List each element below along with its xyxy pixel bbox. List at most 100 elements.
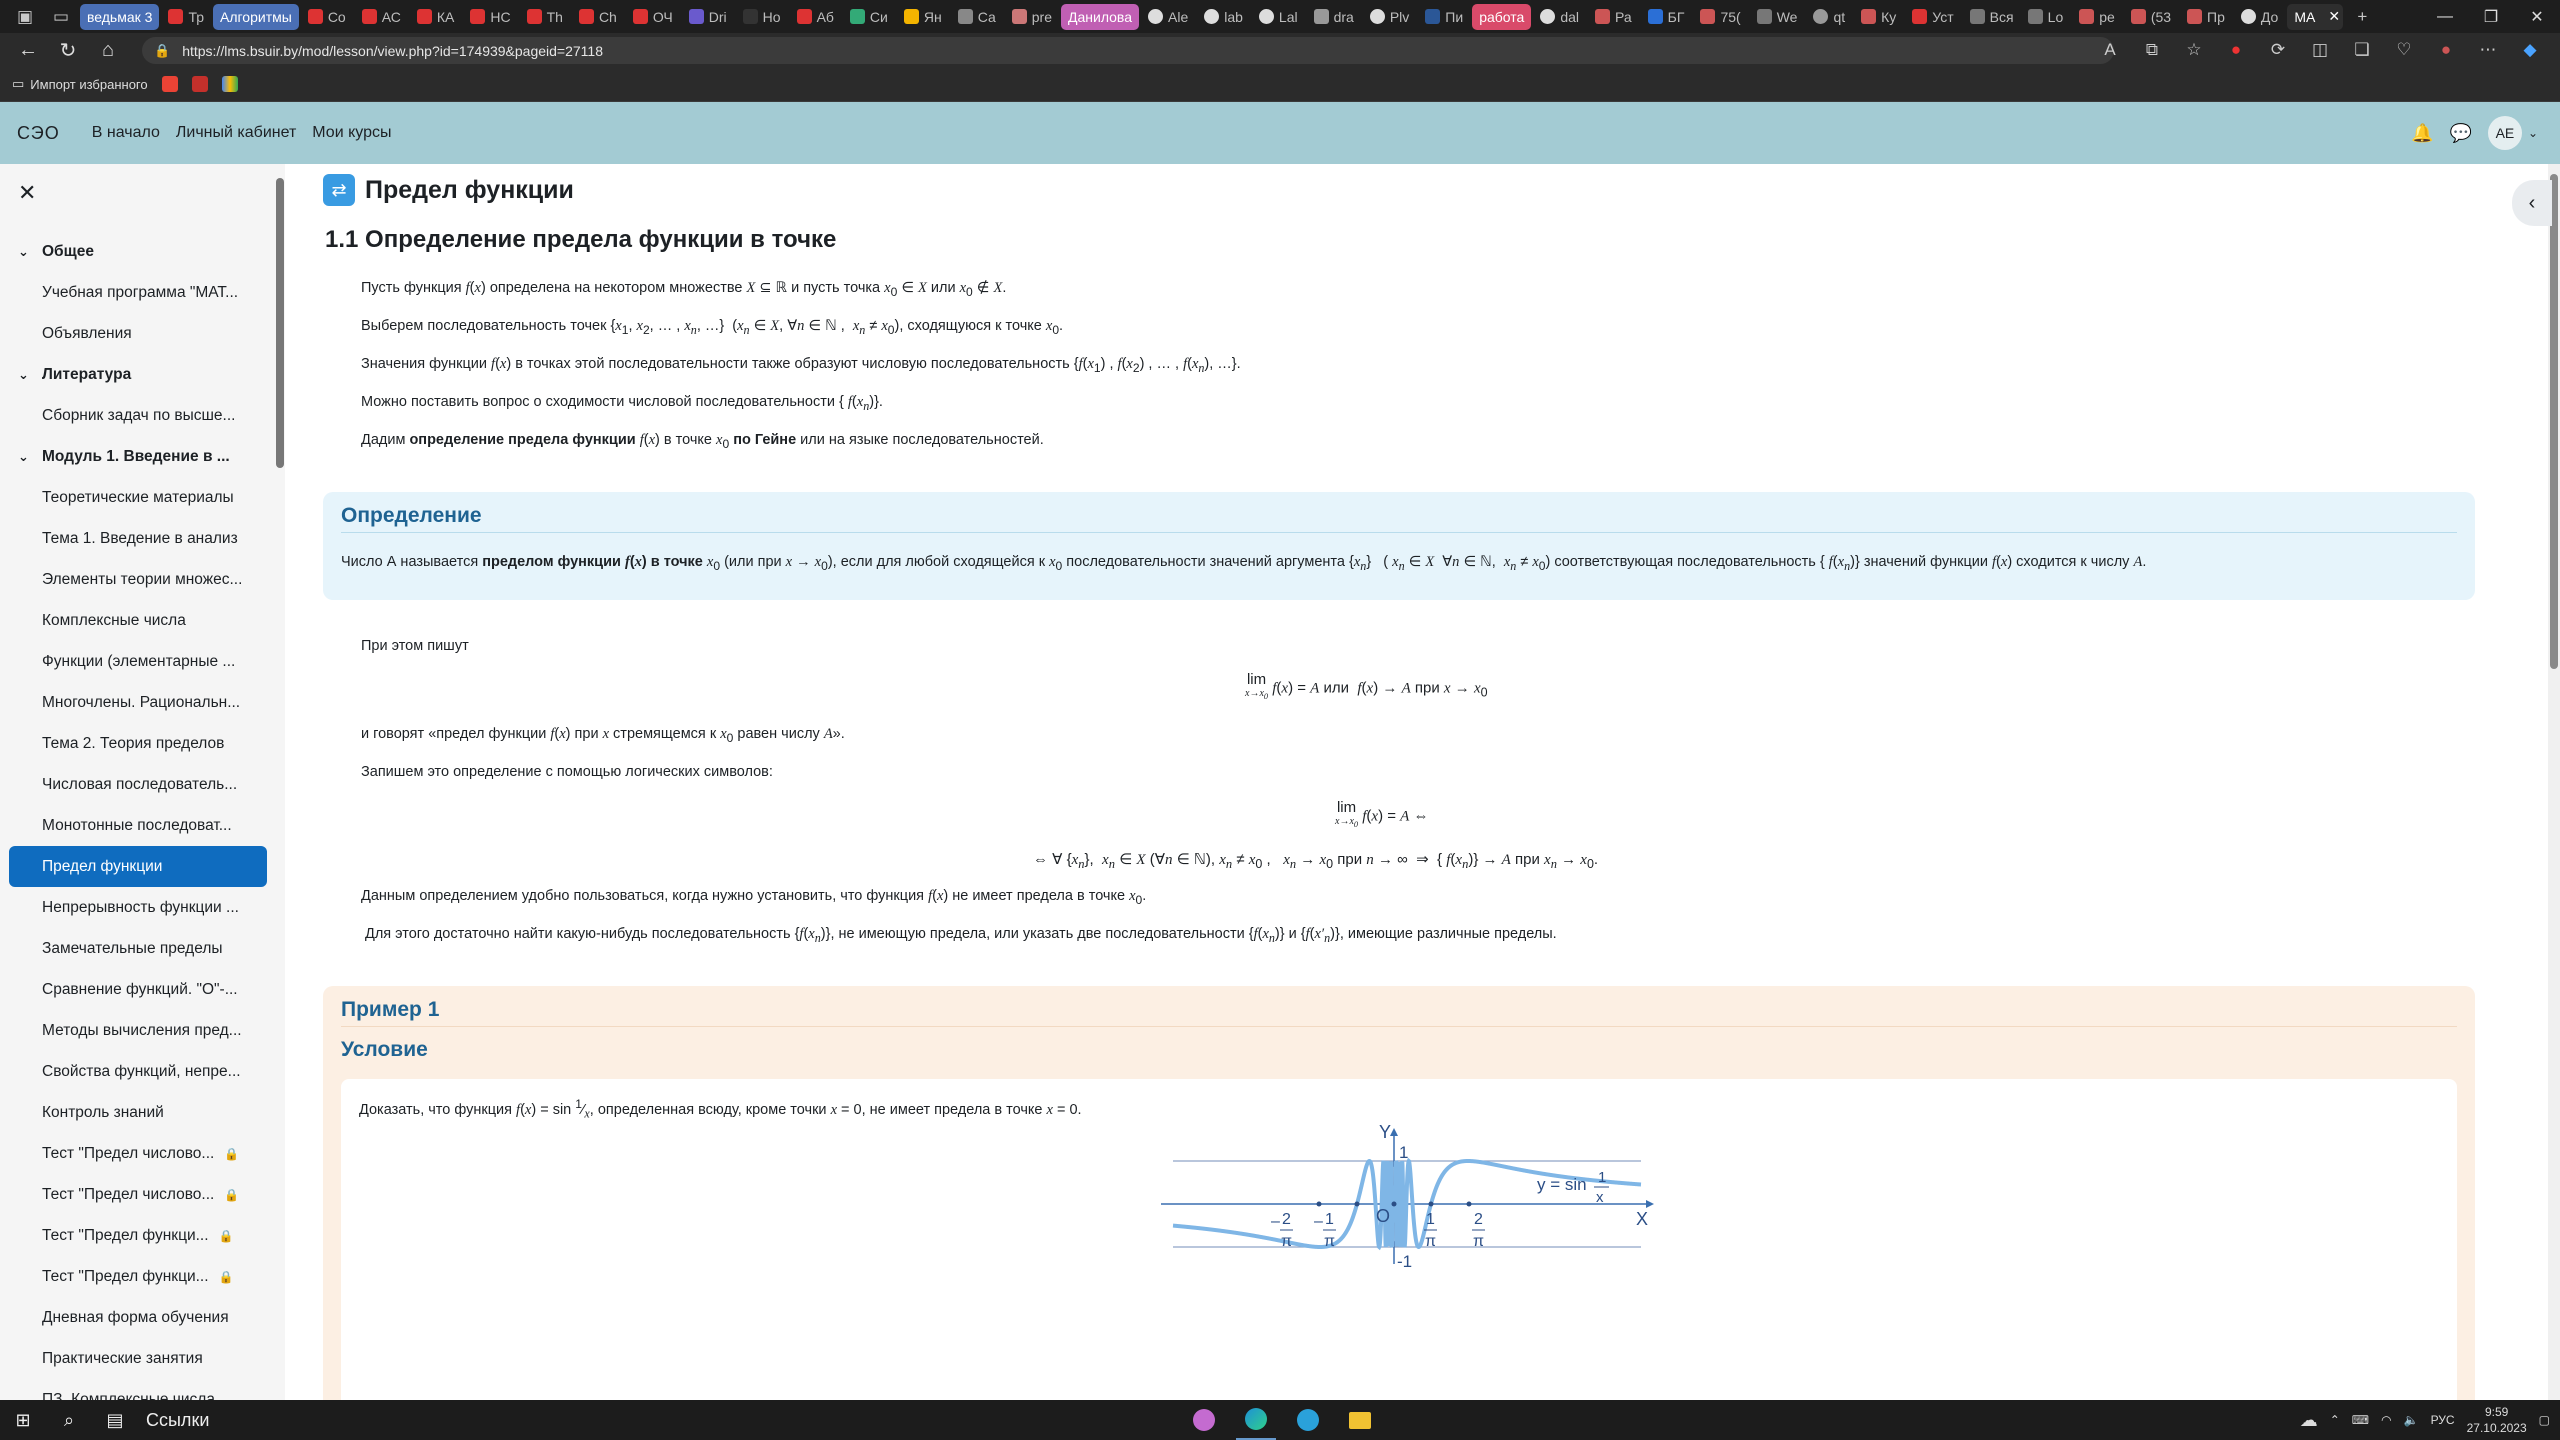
browser-tab[interactable]: НС — [463, 4, 517, 30]
nav-home-link[interactable]: В начало — [92, 124, 160, 142]
browser-tab[interactable]: Lo — [2021, 4, 2071, 30]
browser-tab[interactable]: Но — [736, 4, 788, 30]
sidebar-item[interactable]: Сборник задач по высше... — [0, 395, 285, 436]
more-menu-icon[interactable]: ⋯ — [2470, 33, 2506, 67]
sidebar-item[interactable]: Сравнение функций. "О"-... — [0, 969, 285, 1010]
minimize-icon[interactable]: — — [2422, 0, 2468, 33]
wifi-icon[interactable]: ◠ — [2381, 1413, 2391, 1427]
browser-tab[interactable]: Пр — [2180, 4, 2232, 30]
browser-tab[interactable]: Си — [843, 4, 895, 30]
browser-tab[interactable]: Уст — [1905, 4, 1960, 30]
user-menu[interactable]: АЕ ⌄ — [2487, 116, 2538, 150]
browser-tab[interactable]: Тр — [161, 4, 211, 30]
maximize-icon[interactable]: ❐ — [2468, 0, 2514, 33]
browser-tab[interactable]: Th — [520, 4, 570, 30]
reload-icon[interactable]: ↻ — [48, 33, 88, 67]
browser-tab[interactable]: Ра — [1588, 4, 1639, 30]
sidebar-section[interactable]: ⌄ Общее — [0, 231, 285, 272]
gmail-icon[interactable] — [161, 76, 178, 92]
messages-icon[interactable]: 💬 — [2450, 123, 2472, 144]
search-icon[interactable]: ⌕ — [46, 1400, 92, 1440]
bookmark-import[interactable]: ▭ Импорт избранного — [12, 76, 148, 92]
task-view-icon[interactable]: ▤ — [92, 1400, 138, 1440]
nav-dashboard-link[interactable]: Личный кабинет — [176, 124, 296, 142]
browser-tab[interactable]: 75( — [1693, 4, 1747, 30]
browser-tab[interactable]: ОЧ — [626, 4, 680, 30]
app-chat-icon[interactable] — [1184, 1400, 1224, 1440]
app-telegram-icon[interactable] — [1288, 1400, 1328, 1440]
sidebar-item[interactable]: Контроль знаний — [0, 1092, 285, 1133]
nav-my-courses-link[interactable]: Мои курсы — [312, 124, 391, 142]
back-icon[interactable]: ← — [8, 33, 48, 67]
close-window-icon[interactable]: ✕ — [2514, 0, 2560, 33]
sidebar-item[interactable]: Многочлены. Рациональн... — [0, 682, 285, 723]
browser-tab[interactable]: dra — [1307, 4, 1361, 30]
page-scrollbar[interactable] — [2548, 164, 2560, 1400]
browser-tab[interactable]: Dri — [682, 4, 734, 30]
sidebar-item[interactable]: Тема 2. Теория пределов — [0, 723, 285, 764]
app-explorer-icon[interactable] — [1340, 1400, 1380, 1440]
browser-tab[interactable]: Ch — [572, 4, 624, 30]
sidebar-item[interactable]: Непрерывность функции ... — [0, 887, 285, 928]
sidebar-item-active[interactable]: Предел функции — [9, 846, 267, 887]
sidebar-item[interactable]: ПЗ. Комплексные числа — [0, 1379, 285, 1401]
sidebar-item[interactable]: Свойства функций, непре... — [0, 1051, 285, 1092]
sidebar-item[interactable]: Объявления — [0, 313, 285, 354]
notifications-icon[interactable]: ▢ — [2539, 1413, 2550, 1427]
browser-essentials-icon[interactable]: ♡ — [2386, 33, 2422, 67]
browser-tab[interactable]: Ку — [1854, 4, 1903, 30]
tray-chevron-up-icon[interactable]: ⌃ — [2330, 1413, 2340, 1427]
chevron-down-icon[interactable]: ⌄ — [18, 449, 42, 465]
tab-actions-icon[interactable]: ▭ — [44, 0, 78, 33]
start-icon[interactable]: ⊞ — [0, 1400, 46, 1440]
app-icon[interactable]: ⧉ — [2134, 33, 2170, 67]
sidebar-item[interactable]: Тест "Предел числово... 🔒 — [0, 1133, 285, 1174]
chevron-down-icon[interactable]: ⌄ — [18, 367, 42, 383]
sidebar-item[interactable]: Числовая последователь... — [0, 764, 285, 805]
app-edge-icon[interactable] — [1236, 1400, 1276, 1440]
sidebar-item[interactable]: Элементы теории множес... — [0, 559, 285, 600]
sidebar-item[interactable]: Дневная форма обучения — [0, 1297, 285, 1338]
browser-tab[interactable]: Са — [951, 4, 1003, 30]
browser-tab[interactable]: КА — [410, 4, 462, 30]
collections-icon[interactable]: ❏ — [2344, 33, 2380, 67]
network-icon[interactable]: ⌨ — [2352, 1413, 2369, 1427]
language-indicator[interactable]: РУС — [2431, 1413, 2455, 1427]
sidebar-item[interactable]: Практические занятия — [0, 1338, 285, 1379]
google-drive-icon[interactable] — [221, 76, 238, 92]
browser-tab[interactable]: ре — [2072, 4, 2122, 30]
scrollbar-thumb[interactable] — [2550, 174, 2558, 669]
volume-icon[interactable]: 🔈 — [2404, 1413, 2419, 1427]
sidebar-item[interactable]: Замечательные пределы — [0, 928, 285, 969]
browser-tab[interactable]: Lal — [1252, 4, 1305, 30]
browser-tab[interactable]: Алгоритмы — [213, 3, 299, 30]
sidebar-item[interactable]: Методы вычисления пред... — [0, 1010, 285, 1051]
url-input[interactable]: 🔒 https://lms.bsuir.by/mod/lesson/view.p… — [142, 37, 2114, 64]
browser-tab[interactable]: Co — [301, 4, 353, 30]
site-brand[interactable]: СЭО — [17, 123, 60, 144]
browser-tab[interactable]: ведьмак 3 — [80, 3, 160, 30]
sidebar-item[interactable]: Функции (элементарные ... — [0, 641, 285, 682]
browser-tab[interactable]: БГ — [1641, 4, 1692, 30]
browser-tab[interactable]: АС — [355, 4, 408, 30]
clock[interactable]: 9:59 27.10.2023 — [2467, 1404, 2527, 1436]
browser-tab[interactable]: Ян — [897, 4, 949, 30]
favorite-star-icon[interactable]: ☆ — [2176, 33, 2212, 67]
copilot-icon[interactable]: ◆ — [2512, 33, 2548, 67]
browser-tab[interactable]: До — [2234, 4, 2285, 30]
sidebar-item[interactable]: Тест "Предел числово... 🔒 — [0, 1174, 285, 1215]
sidebar-item[interactable]: Тест "Предел функци... 🔒 — [0, 1256, 285, 1297]
browser-tab[interactable]: pre — [1005, 4, 1059, 30]
sidebar-scrollbar[interactable] — [276, 178, 284, 468]
browser-tab[interactable]: Пи — [1418, 4, 1470, 30]
browser-tab[interactable]: qt — [1806, 4, 1852, 30]
browser-tab[interactable]: Ale — [1141, 4, 1195, 30]
split-screen-icon[interactable]: ◫ — [2302, 33, 2338, 67]
new-tab-icon[interactable]: + — [2345, 0, 2379, 33]
sidebar-section[interactable]: ⌄ Модуль 1. Введение в ... — [0, 436, 285, 477]
chevron-down-icon[interactable]: ⌄ — [18, 244, 42, 260]
browser-tab[interactable]: Аб — [790, 4, 841, 30]
sidebar-item[interactable]: Учебная программа "МАТ... — [0, 272, 285, 313]
browser-tab[interactable]: Вся — [1963, 4, 2019, 30]
youtube-icon[interactable] — [191, 76, 208, 92]
